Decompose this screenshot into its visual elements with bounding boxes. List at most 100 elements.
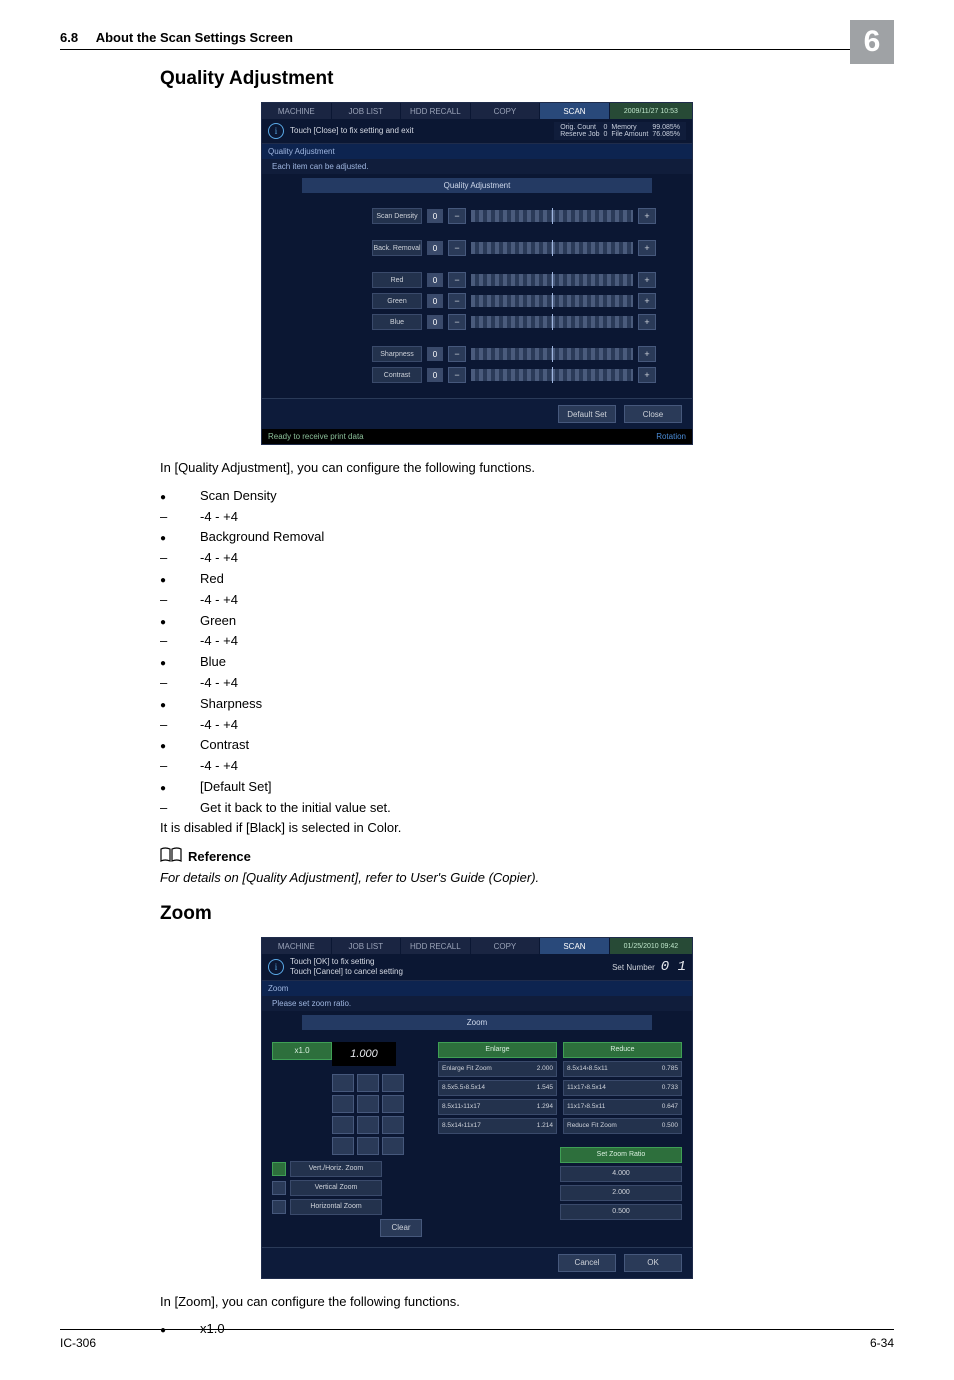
scan-density-minus[interactable]: − [448,208,466,224]
tab-copy[interactable]: COPY [471,938,541,954]
key-up[interactable] [382,1137,404,1155]
blue-value: 0 [427,315,443,329]
tab-hdd[interactable]: HDD RECALL [401,938,471,954]
set-zoom-preset[interactable]: 0.500 [560,1204,682,1220]
panel-section-title: Zoom [262,981,692,996]
orig-count-label: Orig. Count [560,124,599,131]
red-minus[interactable]: − [448,272,466,288]
zoom-panel: MACHINE JOB LIST HDD RECALL COPY SCAN 01… [261,937,693,1278]
contrast-label: Contrast [372,367,422,383]
hz-check-icon[interactable] [272,1200,286,1214]
zoom-preset[interactable]: Reduce Fit Zoom0.500 [563,1118,682,1134]
key-1[interactable] [332,1074,354,1092]
blue-plus[interactable]: + [638,314,656,330]
set-zoom-preset[interactable]: 2.000 [560,1185,682,1201]
key-0[interactable] [332,1137,354,1155]
contrast-slider[interactable] [471,369,633,381]
zoom-preset[interactable]: 8.5x5.5›8.5x141.545 [438,1080,557,1096]
scan-density-slider[interactable] [471,210,633,222]
green-label: Green [372,293,422,309]
sharpness-label: Sharpness [372,346,422,362]
list-item: Blue [160,652,894,673]
list-item: -4 - +4 [160,548,894,569]
zoom-preset[interactable]: 11x17›8.5x110.647 [563,1099,682,1115]
zoom-preset[interactable]: 8.5x14›11x171.214 [438,1118,557,1134]
reduce-header: Reduce [563,1042,682,1058]
key-6[interactable] [382,1095,404,1113]
reserve-label: Reserve Job [560,131,599,138]
key-5[interactable] [357,1095,379,1113]
red-plus[interactable]: + [638,272,656,288]
zoom-preset[interactable]: Enlarge Fit Zoom2.000 [438,1061,557,1077]
list-item: -4 - +4 [160,673,894,694]
list-item: Contrast [160,735,894,756]
red-slider[interactable] [471,274,633,286]
default-set-button[interactable]: Default Set [558,405,616,423]
tab-machine[interactable]: MACHINE [262,103,332,119]
panel-section-title: Quality Adjustment [262,144,692,159]
sharpness-slider[interactable] [471,348,633,360]
cancel-button[interactable]: Cancel [558,1254,616,1272]
key-8[interactable] [357,1116,379,1134]
blue-slider[interactable] [471,316,633,328]
set-number-value: 0 1 [661,959,686,975]
key-7[interactable] [332,1116,354,1134]
key-3[interactable] [382,1074,404,1092]
tab-hdd[interactable]: HDD RECALL [401,103,471,119]
x1-button[interactable]: x1.0 [272,1042,332,1060]
tab-scan[interactable]: SCAN [540,103,610,119]
green-minus[interactable]: − [448,293,466,309]
blue-minus[interactable]: − [448,314,466,330]
back-removal-slider[interactable] [471,242,633,254]
green-slider[interactable] [471,295,633,307]
qa-note: It is disabled if [Black] is selected in… [160,819,894,838]
zoom-preset[interactable]: 8.5x11›11x171.294 [438,1099,557,1115]
vhz-mode[interactable]: Vert./Horiz. Zoom [290,1161,382,1177]
zoom-preset[interactable]: 11x17›8.5x140.733 [563,1080,682,1096]
contrast-minus[interactable]: − [448,367,466,383]
green-value: 0 [427,294,443,308]
red-value: 0 [427,273,443,287]
sharpness-plus[interactable]: + [638,346,656,362]
vhz-check-icon[interactable] [272,1162,286,1176]
section-number: 6.8 [60,30,78,45]
sharpness-minus[interactable]: − [448,346,466,362]
qa-function-list: Scan Density-4 - +4Background Removal-4 … [160,486,894,819]
vz-check-icon[interactable] [272,1181,286,1195]
zoom-heading: Zoom [160,903,894,925]
back-removal-minus[interactable]: − [448,240,466,256]
memory-label: Memory [611,124,648,131]
list-item: Get it back to the initial value set. [160,798,894,819]
tab-copy[interactable]: COPY [471,103,541,119]
ok-button[interactable]: OK [624,1254,682,1272]
list-item: Green [160,611,894,632]
info-text: Touch [OK] to fix setting Touch [Cancel]… [290,957,612,976]
scan-density-plus[interactable]: + [638,208,656,224]
key-4[interactable] [332,1095,354,1113]
panel-mid-title: Zoom [302,1015,652,1030]
green-plus[interactable]: + [638,293,656,309]
close-button[interactable]: Close [624,405,682,423]
vz-mode[interactable]: Vertical Zoom [290,1180,382,1196]
key-9[interactable] [382,1116,404,1134]
rotation-indicator: Rotation [656,432,686,441]
footer-right: 6-34 [870,1336,894,1350]
hz-mode[interactable]: Horizontal Zoom [290,1199,382,1215]
clear-button[interactable]: Clear [380,1219,422,1237]
list-item: Background Removal [160,527,894,548]
key-down[interactable] [357,1137,379,1155]
key-2[interactable] [357,1074,379,1092]
contrast-plus[interactable]: + [638,367,656,383]
tab-scan[interactable]: SCAN [540,938,610,954]
set-zoom-preset[interactable]: 4.000 [560,1166,682,1182]
footer-left: IC-306 [60,1336,96,1350]
back-removal-plus[interactable]: + [638,240,656,256]
tab-joblist[interactable]: JOB LIST [332,938,402,954]
tab-machine[interactable]: MACHINE [262,938,332,954]
list-item: Scan Density [160,486,894,507]
status-stats: Orig. Count0Memory99.085% Reserve Job0Fi… [554,122,686,140]
file-value: 76.085% [652,131,680,138]
list-item: -4 - +4 [160,631,894,652]
zoom-preset[interactable]: 8.5x14›8.5x110.785 [563,1061,682,1077]
tab-joblist[interactable]: JOB LIST [332,103,402,119]
